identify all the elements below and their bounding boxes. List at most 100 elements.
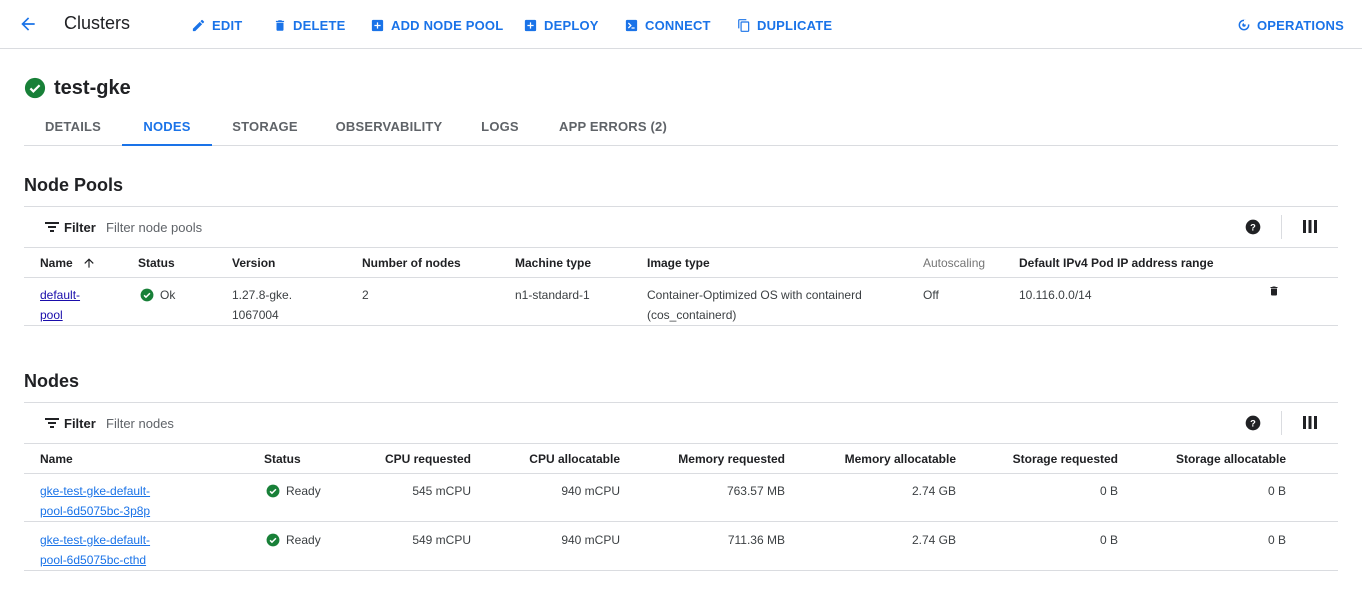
check-circle-icon <box>266 533 280 547</box>
column-header-ip-range[interactable]: Default IPv4 Pod IP address range <box>1019 256 1214 270</box>
storage-allocatable: 0 B <box>1267 484 1286 498</box>
edit-button[interactable]: EDIT <box>191 16 242 34</box>
deploy-button[interactable]: DEPLOY <box>523 16 599 34</box>
cluster-header: test-gke <box>24 76 131 100</box>
column-header-version[interactable]: Version <box>232 256 275 270</box>
page-title: Clusters <box>64 13 131 33</box>
add-node-pool-label: ADD NODE POOL <box>391 17 504 33</box>
memory-allocatable: 2.74 GB <box>911 533 956 547</box>
tab-logs[interactable]: LOGS <box>460 110 540 146</box>
filter-icon[interactable] <box>45 221 59 233</box>
cluster-name: test-gke <box>54 76 131 99</box>
column-header-status[interactable]: Status <box>138 256 175 270</box>
node-pool-machine-type: n1-standard-1 <box>515 288 590 302</box>
filter-label[interactable]: Filter <box>64 416 96 431</box>
tab-observability[interactable]: OBSERVABILITY <box>318 110 460 146</box>
node-pools-filter-input[interactable] <box>106 215 706 239</box>
cpu-allocatable: 940 mCPU <box>561 484 620 498</box>
check-circle-icon <box>24 77 46 99</box>
column-header-cpu-allocatable[interactable]: CPU allocatable <box>529 452 620 466</box>
column-header-status[interactable]: Status <box>264 452 301 466</box>
nodes-filter-bar: Filter ? <box>24 402 1338 444</box>
version-line2: 1067004 <box>232 308 279 322</box>
add-node-pool-button[interactable]: ADD NODE POOL <box>370 16 503 34</box>
table-row: default- pool Ok 1.27.8-gke. 1067004 2 n… <box>24 277 1338 326</box>
version-line1: 1.27.8-gke. <box>232 288 293 302</box>
tab-bar: DETAILS NODES STORAGE OBSERVABILITY LOGS… <box>24 110 1338 146</box>
node-name-line2[interactable]: pool-6d5075bc-3p8p <box>40 501 150 521</box>
node-pool-status: Ok <box>140 285 175 305</box>
filter-icon[interactable] <box>45 417 59 429</box>
node-name-link[interactable]: gke-test-gke-default- pool-6d5075bc-cthd <box>40 530 150 570</box>
duplicate-button[interactable]: DUPLICATE <box>737 16 832 34</box>
operations-label: OPERATIONS <box>1257 17 1344 33</box>
column-header-image-type[interactable]: Image type <box>647 256 710 270</box>
node-pool-version: 1.27.8-gke. 1067004 <box>232 285 292 325</box>
help-icon[interactable]: ? <box>1245 415 1261 431</box>
filter-label[interactable]: Filter <box>64 220 96 235</box>
edit-label: EDIT <box>212 17 243 33</box>
node-pool-node-count: 2 <box>362 288 369 302</box>
node-name-link[interactable]: gke-test-gke-default- pool-6d5075bc-3p8p <box>40 481 150 521</box>
trash-icon <box>275 19 285 31</box>
column-header-number-of-nodes[interactable]: Number of nodes <box>362 256 461 270</box>
node-name-line2[interactable]: pool-6d5075bc-cthd <box>40 550 150 570</box>
deploy-label: DEPLOY <box>544 17 599 33</box>
operations-icon <box>1238 19 1250 31</box>
status-text: Ok <box>160 288 176 302</box>
column-header-memory-allocatable[interactable]: Memory allocatable <box>845 452 956 466</box>
nodes-title: Nodes <box>24 371 80 391</box>
cpu-allocatable: 940 mCPU <box>561 533 620 547</box>
node-pool-name-line2[interactable]: pool <box>40 305 80 325</box>
column-header-name[interactable]: Name <box>40 452 73 466</box>
table-row: gke-test-gke-default- pool-6d5075bc-3p8p… <box>24 473 1338 522</box>
column-header-storage-allocatable[interactable]: Storage allocatable <box>1176 452 1286 466</box>
copy-icon <box>738 18 750 32</box>
divider <box>1281 215 1282 239</box>
memory-requested: 763.57 MB <box>726 484 785 498</box>
memory-allocatable: 2.74 GB <box>911 484 956 498</box>
node-name-line1[interactable]: gke-test-gke-default- <box>40 481 150 501</box>
node-pool-autoscaling: Off <box>923 288 939 302</box>
column-header-cpu-requested[interactable]: CPU requested <box>385 452 471 466</box>
plus-box-icon <box>524 19 537 31</box>
column-header-name[interactable]: Name <box>40 256 97 270</box>
pencil-icon <box>192 19 205 31</box>
storage-requested: 0 B <box>1099 533 1118 547</box>
divider <box>1281 411 1282 435</box>
status-text: Ready <box>286 533 321 547</box>
nodes-filter-input[interactable] <box>106 411 706 435</box>
delete-button[interactable]: DELETE <box>273 16 345 34</box>
node-pool-name-link[interactable]: default- pool <box>40 285 80 325</box>
node-pools-filter-bar: Filter ? <box>24 206 1338 248</box>
tab-details[interactable]: DETAILS <box>24 110 122 146</box>
check-circle-icon <box>266 484 280 498</box>
tab-nodes[interactable]: NODES <box>122 110 212 146</box>
cpu-requested: 545 mCPU <box>412 484 471 498</box>
back-arrow-icon[interactable] <box>18 14 38 34</box>
column-display-icon[interactable] <box>1303 220 1317 233</box>
delete-label: DELETE <box>293 17 346 33</box>
tab-storage[interactable]: STORAGE <box>212 110 318 146</box>
tab-app-errors[interactable]: APP ERRORS (2) <box>540 110 686 146</box>
column-header-autoscaling: Autoscaling <box>923 256 986 270</box>
column-display-icon[interactable] <box>1303 416 1317 429</box>
column-header-storage-requested[interactable]: Storage requested <box>1013 452 1118 466</box>
help-icon[interactable]: ? <box>1245 219 1261 235</box>
column-header-machine-type[interactable]: Machine type <box>515 256 591 270</box>
nodes-table-header: Name Status CPU requested CPU allocatabl… <box>24 444 1338 474</box>
top-action-bar: Clusters EDIT DELETE ADD NODE POOL DEPLO… <box>0 0 1362 49</box>
sort-ascending-icon[interactable] <box>81 256 97 270</box>
delete-node-pool-icon[interactable] <box>1268 284 1280 298</box>
connect-label: CONNECT <box>645 17 711 33</box>
cpu-requested: 549 mCPU <box>412 533 471 547</box>
node-status: Ready <box>266 530 321 550</box>
column-header-memory-requested[interactable]: Memory requested <box>678 452 785 466</box>
node-status: Ready <box>266 481 321 501</box>
operations-button[interactable]: OPERATIONS <box>1237 16 1344 34</box>
node-name-line1[interactable]: gke-test-gke-default- <box>40 530 150 550</box>
storage-allocatable: 0 B <box>1267 533 1286 547</box>
svg-text:?: ? <box>1250 418 1256 428</box>
connect-button[interactable]: CONNECT <box>624 16 711 34</box>
node-pool-name-line1[interactable]: default- <box>40 285 80 305</box>
